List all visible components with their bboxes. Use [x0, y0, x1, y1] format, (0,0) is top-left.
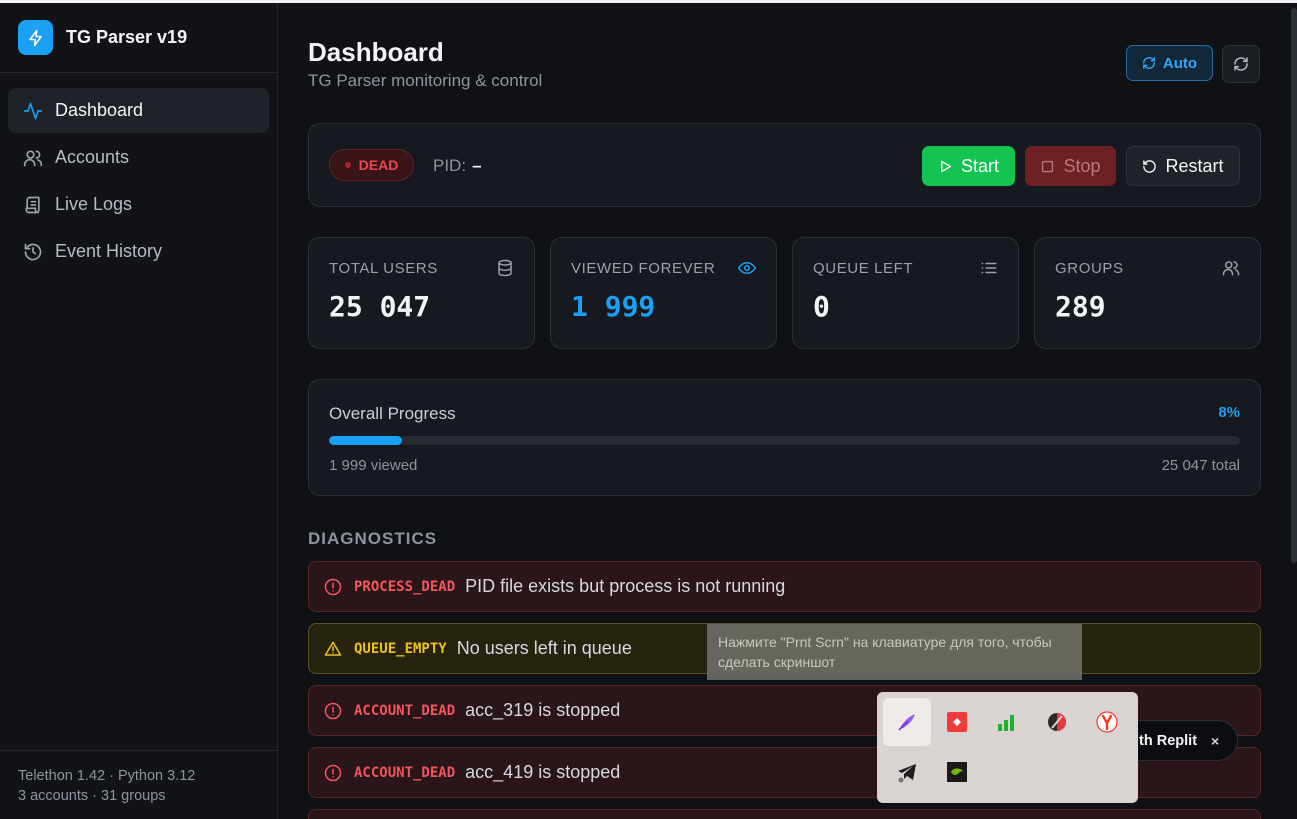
progress-total: 25 047 total: [1161, 457, 1240, 474]
pid-value: –: [472, 156, 482, 175]
restart-label: Restart: [1165, 155, 1224, 176]
sidebar-item-dashboard[interactable]: Dashboard: [8, 88, 269, 133]
anydesk-icon[interactable]: [933, 698, 981, 746]
diagnostic-code: ACCOUNT_DEAD: [354, 702, 456, 719]
system-tray-popup: [877, 692, 1138, 803]
stat-value: 1 999: [571, 290, 656, 323]
diagnostic-message: acc_319 is stopped: [465, 700, 621, 720]
diagnostic-code: QUEUE_EMPTY: [354, 640, 447, 657]
replit-label: ith Replit: [1135, 732, 1198, 749]
page-title: Dashboard: [308, 37, 444, 67]
screenshot-tooltip: Нажмите "Prnt Scrn" на клавиатуре для то…: [707, 624, 1082, 680]
nvidia-icon[interactable]: [933, 748, 981, 796]
sidebar-item-live-logs[interactable]: Live Logs: [8, 182, 269, 227]
version-info: Telethon 1.42 · Python 3.12: [18, 768, 196, 784]
rotate-ccw-icon: [1143, 159, 1157, 173]
stat-queue-left: QUEUE LEFT 0: [792, 237, 1019, 349]
restart-button[interactable]: Restart: [1126, 146, 1240, 186]
brand: TG Parser v19: [0, 3, 277, 73]
halfmoon-app-icon[interactable]: [1033, 698, 1081, 746]
alert-circle-icon: [324, 764, 342, 781]
telegram-icon[interactable]: [883, 748, 931, 796]
sidebar-item-accounts[interactable]: Accounts: [8, 135, 269, 180]
yandex-browser-icon[interactable]: [1083, 698, 1131, 746]
stat-groups: GROUPS 289: [1034, 237, 1261, 349]
history-icon: [24, 243, 42, 260]
stat-value: 25 047: [329, 290, 431, 323]
diagnostic-item-partial: [308, 809, 1261, 819]
progress-viewed: 1 999 viewed: [329, 457, 418, 474]
status-text: DEAD: [358, 157, 399, 173]
pid-display: PID: –: [433, 156, 482, 176]
progress-track: [329, 436, 1240, 445]
diagnostic-message: acc_419 is stopped: [465, 762, 621, 782]
progress-fill: [329, 436, 402, 445]
feather-app-icon[interactable]: [883, 698, 931, 746]
stat-label: VIEWED FOREVER: [571, 260, 716, 277]
stat-value: 0: [813, 290, 830, 323]
sidebar-footer: Telethon 1.42 · Python 3.12 3 accounts ·…: [0, 750, 277, 819]
start-label: Start: [960, 155, 999, 176]
eye-icon: [738, 261, 756, 275]
start-button[interactable]: Start: [922, 146, 1015, 186]
sidebar-item-label: Accounts: [55, 147, 130, 167]
play-icon: [941, 160, 952, 172]
stop-label: Stop: [1063, 155, 1101, 176]
refresh-icon: [1234, 57, 1248, 71]
diagnostic-message: PID file exists but process is not runni…: [465, 576, 786, 596]
close-icon[interactable]: ×: [1211, 733, 1219, 749]
signal-bars-icon[interactable]: [983, 698, 1031, 746]
warning-triangle-icon: [324, 641, 342, 656]
scroll-icon: [25, 196, 40, 213]
page-subtitle: TG Parser monitoring & control: [308, 71, 543, 90]
overall-progress-card: Overall Progress 8% 1 999 viewed 25 047 …: [308, 379, 1261, 496]
sidebar-item-label: Event History: [55, 241, 163, 261]
diagnostic-code: ACCOUNT_DEAD: [354, 764, 456, 781]
sidebar-item-label: Live Logs: [55, 194, 133, 214]
sidebar-nav: Dashboard Accounts Live Logs Event Histo…: [0, 73, 277, 274]
status-dot-icon: [344, 162, 351, 168]
main-content: Dashboard TG Parser monitoring & control…: [278, 3, 1297, 819]
diagnostic-code: PROCESS_DEAD: [354, 578, 456, 595]
stat-label: GROUPS: [1055, 260, 1124, 277]
scrollbar[interactable]: [1291, 8, 1297, 563]
auto-refresh-button[interactable]: Auto: [1126, 45, 1213, 81]
users-icon: [23, 150, 43, 166]
pid-label: PID:: [433, 156, 467, 175]
list-icon: [981, 262, 997, 274]
diagnostics-heading: DIAGNOSTICS: [308, 529, 438, 548]
sidebar-item-event-history[interactable]: Event History: [8, 229, 269, 274]
progress-label: Overall Progress: [329, 404, 456, 423]
stop-button[interactable]: Stop: [1025, 146, 1116, 186]
alert-circle-icon: [324, 578, 342, 595]
activity-icon: [23, 102, 43, 119]
app-title: TG Parser v19: [66, 27, 188, 47]
stat-label: QUEUE LEFT: [813, 260, 914, 277]
stat-total-users: TOTAL USERS 25 047: [308, 237, 535, 349]
sidebar-item-label: Dashboard: [55, 100, 144, 120]
stat-value: 289: [1055, 290, 1106, 323]
alert-circle-icon: [324, 702, 342, 719]
auto-label: Auto: [1162, 54, 1198, 72]
accounts-summary: 3 accounts · 31 groups: [18, 788, 166, 804]
users-icon: [1222, 261, 1240, 276]
progress-percent: 8%: [1218, 404, 1240, 421]
database-icon: [498, 259, 512, 277]
process-status-card: DEAD PID: – Start Stop Restart: [308, 123, 1261, 207]
sidebar: TG Parser v19 Dashboard Accounts Live Lo…: [0, 3, 278, 819]
diagnostic-message: No users left in queue: [456, 638, 632, 658]
refresh-button[interactable]: [1222, 45, 1260, 83]
bolt-icon: [18, 20, 53, 55]
stat-label: TOTAL USERS: [329, 260, 438, 277]
stat-viewed-forever: VIEWED FOREVER 1 999: [550, 237, 777, 349]
square-icon: [1042, 160, 1054, 172]
status-badge: DEAD: [329, 149, 414, 181]
refresh-icon: [1142, 57, 1155, 69]
diagnostic-item: PROCESS_DEAD PID file exists but process…: [308, 561, 1261, 612]
